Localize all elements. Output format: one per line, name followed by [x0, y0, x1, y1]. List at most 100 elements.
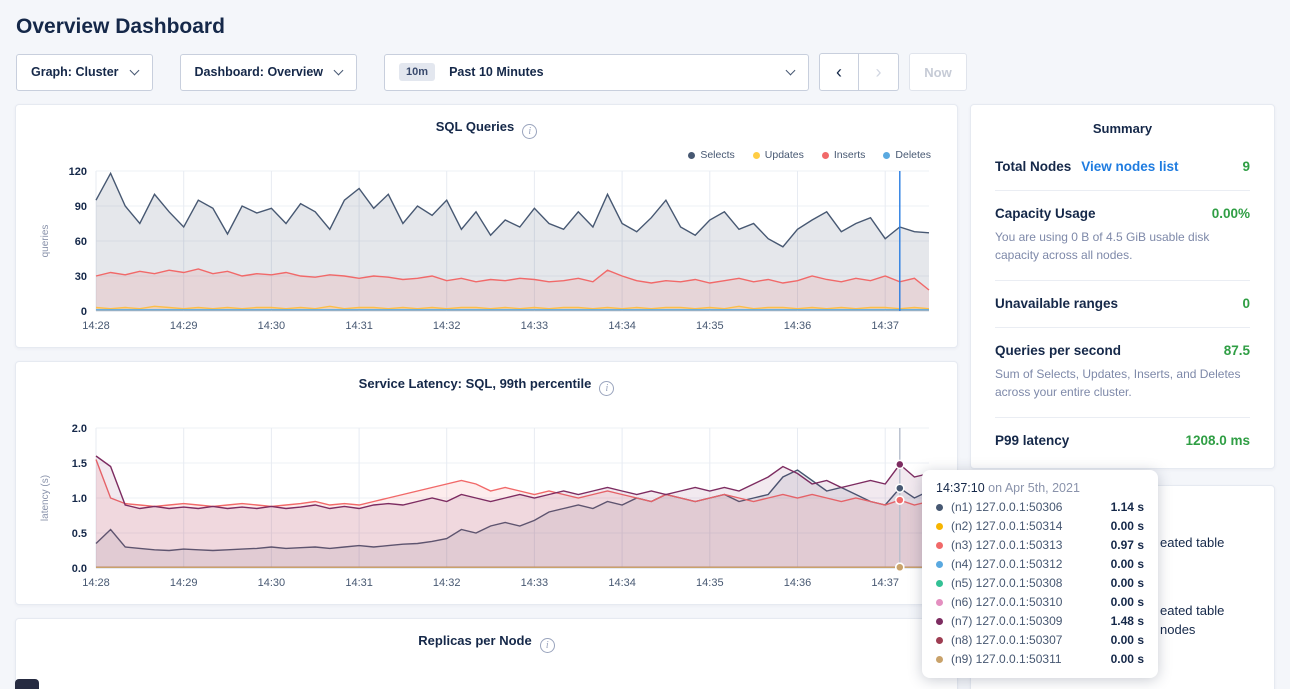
capacity-value: 0.00%	[1212, 206, 1250, 221]
y-tick-label: 90	[75, 201, 87, 213]
node-color-dot	[936, 656, 943, 663]
info-icon[interactable]: i	[540, 638, 555, 653]
node-latency-value: 0.00 s	[1111, 576, 1144, 590]
total-nodes-label: Total Nodes	[995, 159, 1071, 174]
view-nodes-list-link[interactable]: View nodes list	[1081, 159, 1178, 174]
x-tick-label: 14:36	[784, 320, 812, 332]
chart-hover-tooltip: 14:37:10 on Apr 5th, 2021 (n1) 127.0.0.1…	[922, 470, 1158, 678]
total-nodes-value: 9	[1242, 159, 1250, 174]
corner-widget[interactable]	[15, 679, 39, 689]
tooltip-row: (n8) 127.0.0.1:50307 0.00 s	[936, 633, 1144, 647]
node-color-dot	[936, 637, 943, 644]
y-tick-label: 1.0	[72, 493, 87, 505]
y-tick-label: 1.5	[72, 458, 87, 470]
y-tick-label: 120	[69, 166, 87, 178]
chevron-down-icon	[786, 65, 796, 75]
hover-dot-n9	[896, 563, 904, 571]
summary-row-p99: P99 latency 1208.0 ms	[995, 418, 1250, 464]
x-tick-label: 14:33	[521, 320, 549, 332]
x-tick-label: 14:28	[82, 577, 110, 589]
y-axis-unit-label: latency (s)	[40, 475, 51, 521]
node-latency-value: 0.00 s	[1111, 652, 1144, 666]
node-address: (n5) 127.0.0.1:50308	[951, 576, 1103, 590]
node-address: (n9) 127.0.0.1:50311	[951, 652, 1103, 666]
node-address: (n2) 127.0.0.1:50314	[951, 519, 1103, 533]
node-latency-value: 0.00 s	[1111, 519, 1144, 533]
legend-item-selects[interactable]: Selects	[688, 149, 734, 161]
x-tick-label: 14:28	[82, 320, 110, 332]
legend-dot	[753, 152, 760, 159]
y-tick-label: 0.5	[72, 528, 87, 540]
tooltip-timestamp: 14:37:10 on Apr 5th, 2021	[936, 481, 1144, 495]
tooltip-date: on Apr 5th, 2021	[988, 481, 1080, 495]
service-latency-panel: Service Latency: SQL, 99th percentile i 0…	[15, 361, 958, 605]
sql-queries-chart[interactable]: 030609012014:2814:2914:3014:3114:3214:33…	[34, 163, 939, 339]
node-color-dot	[936, 599, 943, 606]
x-tick-label: 14:29	[170, 577, 198, 589]
tooltip-row: (n9) 127.0.0.1:50311 0.00 s	[936, 652, 1144, 666]
node-latency-value: 0.00 s	[1111, 633, 1144, 647]
prev-time-button[interactable]: ‹	[819, 53, 859, 91]
dashboard-dropdown[interactable]: Dashboard: Overview	[180, 54, 358, 91]
chart-title: SQL Queries	[436, 119, 515, 134]
legend-item-deletes[interactable]: Deletes	[883, 149, 931, 161]
sql-queries-legend: Selects Updates Inserts Deletes	[34, 149, 931, 161]
tooltip-rows: (n1) 127.0.0.1:50306 1.14 s (n2) 127.0.0.1…	[936, 500, 1144, 666]
dashboard-dropdown-label: Dashboard: Overview	[195, 65, 324, 79]
node-latency-value: 1.14 s	[1111, 500, 1144, 514]
now-button: Now	[909, 53, 967, 91]
hover-dot-n1	[896, 484, 904, 492]
y-tick-label: 30	[75, 271, 87, 283]
node-color-dot	[936, 504, 943, 511]
info-icon[interactable]: i	[522, 124, 537, 139]
qps-description: Sum of Selects, Updates, Inserts, and De…	[995, 365, 1250, 401]
x-tick-label: 14:30	[258, 577, 286, 589]
y-tick-label: 60	[75, 236, 87, 248]
charts-column: SQL Queries i Selects Updates Inserts Delete…	[15, 104, 958, 689]
x-tick-label: 14:36	[784, 577, 812, 589]
summary-row-total-nodes: Total Nodes View nodes list 9	[995, 144, 1250, 191]
chevron-down-icon	[334, 65, 344, 75]
summary-panel: Summary Total Nodes View nodes list 9 Ca…	[970, 104, 1275, 469]
tooltip-row: (n2) 127.0.0.1:50314 0.00 s	[936, 519, 1144, 533]
p99-label: P99 latency	[995, 433, 1069, 448]
summary-title: Summary	[995, 121, 1250, 144]
graph-dropdown[interactable]: Graph: Cluster	[16, 54, 153, 91]
legend-dot	[822, 152, 829, 159]
time-range-dropdown[interactable]: 10m Past 10 Minutes	[384, 54, 809, 91]
event-text: nodes	[1160, 621, 1250, 640]
chevron-down-icon	[129, 65, 139, 75]
legend-label: Updates	[765, 149, 804, 161]
p99-value: 1208.0 ms	[1185, 433, 1250, 448]
service-latency-title-row: Service Latency: SQL, 99th percentile i	[34, 376, 939, 396]
capacity-label: Capacity Usage	[995, 206, 1096, 221]
legend-label: Deletes	[895, 149, 931, 161]
node-address: (n7) 127.0.0.1:50309	[951, 614, 1103, 628]
node-address: (n4) 127.0.0.1:50312	[951, 557, 1103, 571]
x-tick-label: 14:35	[696, 577, 724, 589]
node-address: (n3) 127.0.0.1:50313	[951, 538, 1103, 552]
node-latency-value: 0.00 s	[1111, 595, 1144, 609]
tooltip-row: (n3) 127.0.0.1:503130.97 s	[936, 538, 1144, 552]
node-address: (n8) 127.0.0.1:50307	[951, 633, 1103, 647]
node-address: (n1) 127.0.0.1:50306	[951, 500, 1103, 514]
summary-row-unavailable-ranges: Unavailable ranges 0	[995, 281, 1250, 328]
service-latency-chart[interactable]: 0.00.51.01.52.014:2814:2914:3014:3114:32…	[34, 420, 939, 596]
legend-dot	[688, 152, 695, 159]
qps-value: 87.5	[1224, 343, 1250, 358]
legend-item-inserts[interactable]: Inserts	[822, 149, 866, 161]
tooltip-row: (n5) 127.0.0.1:50308 0.00 s	[936, 576, 1144, 590]
tooltip-row: (n1) 127.0.0.1:50306 1.14 s	[936, 500, 1144, 514]
x-tick-label: 14:32	[433, 320, 461, 332]
legend-label: Inserts	[834, 149, 866, 161]
legend-item-updates[interactable]: Updates	[753, 149, 804, 161]
event-text: eated table	[1160, 534, 1250, 553]
tooltip-row: (n4) 127.0.0.1:503120.00 s	[936, 557, 1144, 571]
chart-title: Service Latency: SQL, 99th percentile	[359, 376, 592, 391]
node-address: (n6) 127.0.0.1:50310	[951, 595, 1103, 609]
tooltip-row: (n6) 127.0.0.1:50310 0.00 s	[936, 595, 1144, 609]
info-icon[interactable]: i	[599, 381, 614, 396]
event-text: eated table	[1160, 602, 1250, 621]
summary-row-qps: Queries per second 87.5 Sum of Selects, …	[995, 328, 1250, 418]
capacity-description: You are using 0 B of 4.5 GiB usable disk…	[995, 228, 1250, 264]
